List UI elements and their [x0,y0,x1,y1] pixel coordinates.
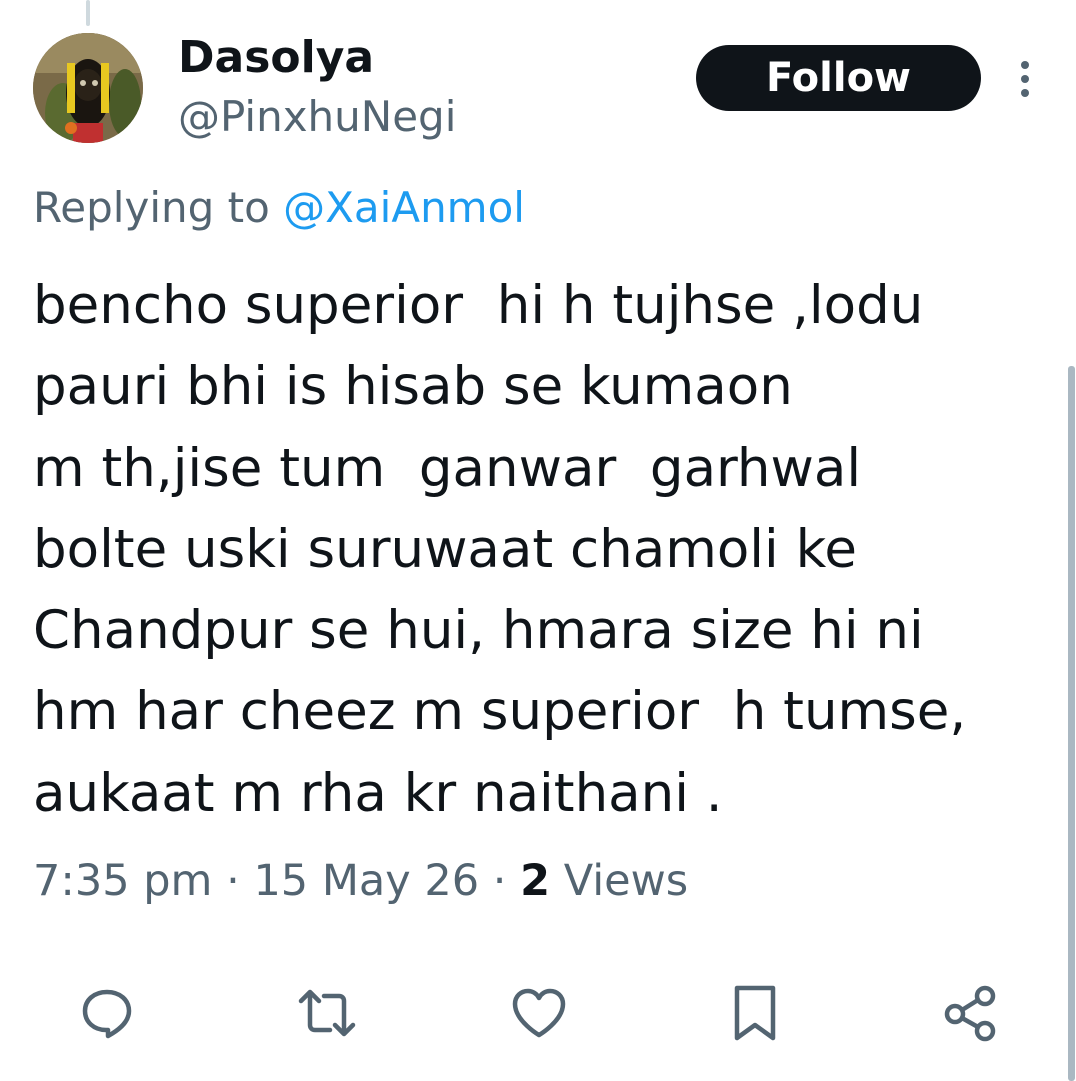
replying-to-label: Replying to [33,183,270,232]
bookmark-button[interactable] [725,983,785,1043]
share-button[interactable] [941,983,1001,1043]
follow-button[interactable]: Follow [696,45,981,111]
tweet-text-line: hm har cheez m superior h tumse, [33,681,967,743]
tweet-action-bar [0,983,1076,1043]
tweet-text-line: aukaat m rha kr naithani . [33,762,723,824]
tweet-text-line: m th,jise tum ganwar garhwal [33,437,862,499]
share-icon [944,985,996,1042]
tweet-metadata: 7:35 pm · 15 May 26 · 2 Views [33,852,688,910]
meta-separator: · [226,856,240,906]
like-button[interactable] [509,983,569,1043]
like-icon [512,988,566,1038]
bookmark-icon [734,985,776,1041]
reply-button[interactable] [77,983,137,1043]
tweet-time[interactable]: 7:35 pm [33,856,212,906]
user-handle[interactable]: @PinxhuNegi [178,90,456,144]
tweet-date[interactable]: 15 May 26 [253,856,479,906]
meta-separator: · [492,856,507,906]
retweet-icon [298,989,356,1037]
tweet-text-line: bolte uski suruwaat chamoli ke [33,518,857,580]
avatar[interactable] [33,33,143,143]
scrollbar[interactable] [1068,366,1075,1081]
tweet-text-line: Chandpur se hui, hmara size hi ni [33,600,924,662]
retweet-button[interactable] [297,983,357,1043]
tweet-text: bencho superior hi h tujhse ,lodu pauri … [33,265,1033,834]
views-label[interactable]: Views [564,856,688,906]
more-options-icon[interactable] [1008,57,1042,101]
tweet-text-line: bencho superior hi h tujhse ,lodu [33,275,924,336]
replying-to-line: Replying to @XaiAnmol [33,180,525,236]
tweet-text-line: pauri bhi is hisab se kumaon [33,356,793,418]
reply-mention-link[interactable]: @XaiAnmol [283,183,525,232]
display-name[interactable]: Dasolya [178,30,374,86]
reply-icon [82,989,132,1039]
thread-connector-line [86,0,90,26]
avatar-image [33,33,143,143]
views-count[interactable]: 2 [520,856,550,906]
